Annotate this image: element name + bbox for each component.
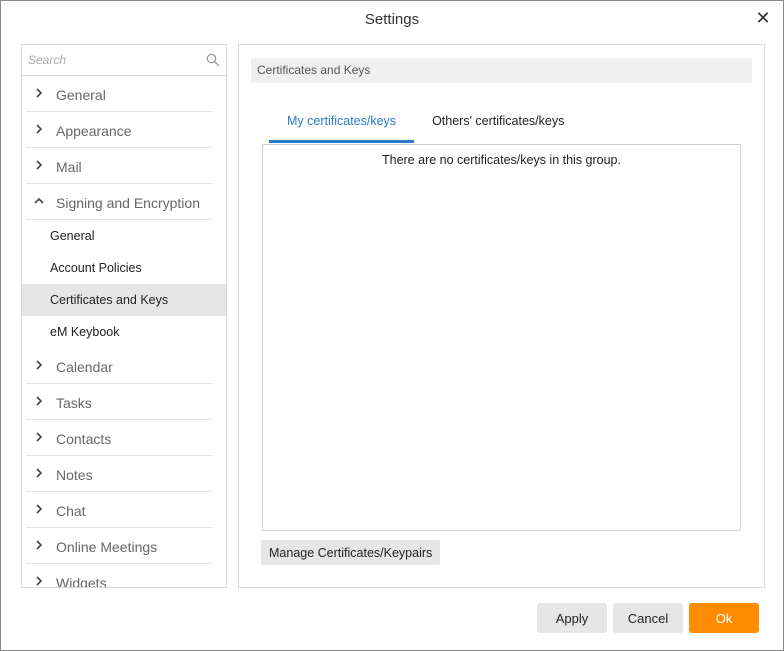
chevron-up-icon bbox=[34, 197, 44, 204]
chevron-right-icon bbox=[36, 468, 43, 478]
sidebar-section-label: Notes bbox=[56, 467, 93, 483]
sidebar-item-general[interactable]: General bbox=[22, 220, 226, 252]
apply-button[interactable]: Apply bbox=[537, 603, 607, 633]
chevron-right-icon bbox=[36, 504, 43, 514]
settings-main-panel: Certificates and Keys My certificates/ke… bbox=[238, 44, 765, 588]
settings-window: Settings ✕ General Appearance Mail Signi… bbox=[0, 0, 784, 651]
sidebar-section-chat[interactable]: Chat bbox=[26, 492, 212, 528]
sidebar-section-general[interactable]: General bbox=[26, 76, 212, 112]
sidebar-section-label: Appearance bbox=[56, 123, 132, 139]
chevron-right-icon bbox=[36, 124, 43, 134]
sidebar-section-label: Mail bbox=[56, 159, 82, 175]
sidebar-item-account-policies[interactable]: Account Policies bbox=[22, 252, 226, 284]
sidebar-section-label: Signing and Encryption bbox=[56, 195, 200, 211]
sidebar-section-label: Online Meetings bbox=[56, 539, 158, 555]
sidebar-section-widgets[interactable]: Widgets bbox=[26, 564, 212, 588]
section-header: Certificates and Keys bbox=[251, 58, 752, 83]
sidebar-section-label: General bbox=[56, 87, 106, 103]
sidebar-section-label: Tasks bbox=[56, 395, 92, 411]
search-input[interactable] bbox=[22, 45, 226, 75]
close-icon: ✕ bbox=[755, 8, 771, 28]
chevron-right-icon bbox=[36, 160, 43, 170]
sidebar-section-label: Chat bbox=[56, 503, 86, 519]
ok-button[interactable]: Ok bbox=[689, 603, 759, 633]
sidebar-section-notes[interactable]: Notes bbox=[26, 456, 212, 492]
settings-sidebar: General Appearance Mail Signing and Encr… bbox=[21, 44, 227, 588]
sidebar-section-online-meetings[interactable]: Online Meetings bbox=[26, 528, 212, 564]
chevron-right-icon bbox=[36, 576, 43, 586]
chevron-right-icon bbox=[36, 432, 43, 442]
certificate-tabs: My certificates/keys Others' certificate… bbox=[269, 107, 582, 143]
sidebar-section-mail[interactable]: Mail bbox=[26, 148, 212, 184]
empty-list-message: There are no certificates/keys in this g… bbox=[381, 153, 621, 167]
chevron-right-icon bbox=[36, 360, 43, 370]
certificates-list[interactable]: There are no certificates/keys in this g… bbox=[262, 144, 741, 531]
sidebar-section-label: Calendar bbox=[56, 359, 113, 375]
sidebar-item-em-keybook[interactable]: eM Keybook bbox=[22, 316, 226, 348]
window-title: Settings bbox=[364, 11, 420, 28]
sidebar-section-label: Contacts bbox=[56, 431, 112, 447]
sidebar-section-appearance[interactable]: Appearance bbox=[26, 112, 212, 148]
sidebar-section-label: Widgets bbox=[56, 575, 107, 588]
chevron-right-icon bbox=[36, 88, 43, 98]
cancel-button[interactable]: Cancel bbox=[613, 603, 683, 633]
close-button[interactable]: ✕ bbox=[753, 9, 773, 29]
sidebar-item-certificates-and-keys[interactable]: Certificates and Keys bbox=[22, 284, 226, 316]
tab-my-certificates[interactable]: My certificates/keys bbox=[269, 107, 415, 143]
chevron-right-icon bbox=[36, 540, 43, 550]
sidebar-section-calendar[interactable]: Calendar bbox=[26, 348, 212, 384]
tab-others-certificates[interactable]: Others' certificates/keys bbox=[414, 107, 582, 143]
sidebar-section-contacts[interactable]: Contacts bbox=[26, 420, 212, 456]
sidebar-section-signing-encryption[interactable]: Signing and Encryption bbox=[26, 184, 212, 220]
search-icon[interactable] bbox=[206, 53, 220, 67]
chevron-right-icon bbox=[36, 396, 43, 406]
search-box bbox=[22, 45, 226, 76]
manage-certificates-button[interactable]: Manage Certificates/Keypairs bbox=[261, 540, 441, 565]
sidebar-section-tasks[interactable]: Tasks bbox=[26, 384, 212, 420]
